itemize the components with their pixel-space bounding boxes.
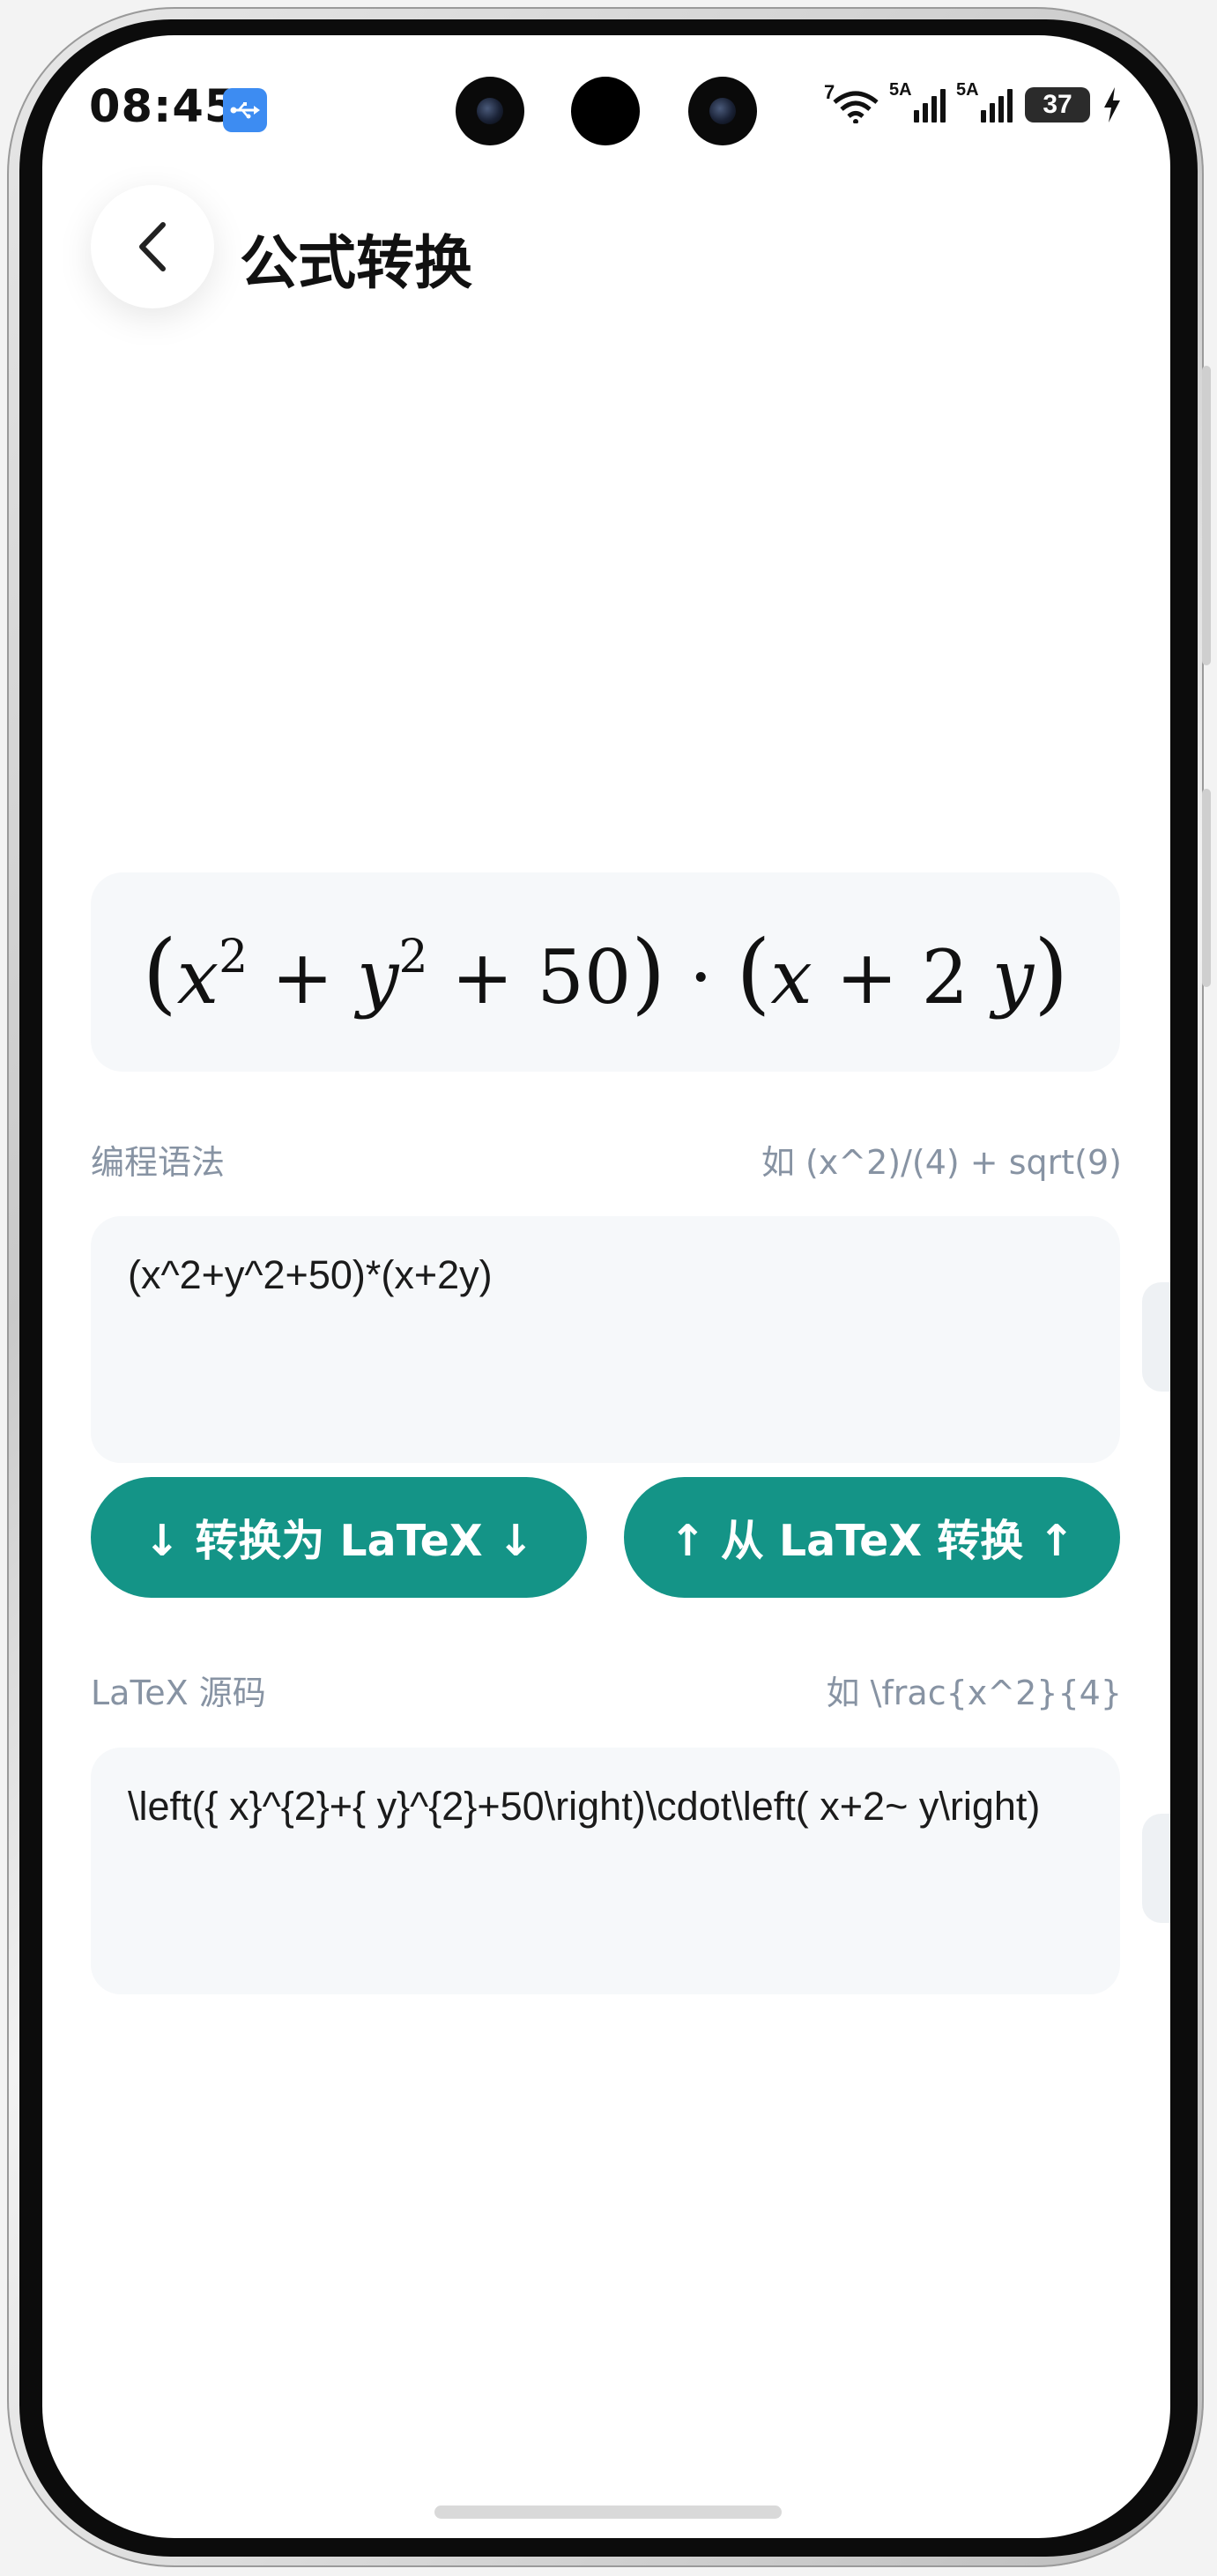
wifi-tag: 7 xyxy=(824,81,835,103)
formula-preview: (x2 + y2 + 50) · (x + 2 y) xyxy=(91,872,1120,1072)
chevron-left-icon xyxy=(139,222,166,271)
front-camera-left xyxy=(456,77,524,145)
programming-label: 编程语法 xyxy=(91,1143,226,1182)
convert-from-latex-button[interactable]: ↑ 从 LaTeX 转换 ↑ xyxy=(624,1477,1120,1598)
latex-label: LaTeX 源码 xyxy=(91,1674,266,1712)
edge-handle-lower[interactable] xyxy=(1142,1814,1170,1923)
side-button-lower xyxy=(1202,789,1211,987)
programming-input[interactable]: (x^2+y^2+50)*(x+2y) xyxy=(91,1216,1120,1463)
bolt-icon xyxy=(1104,87,1120,122)
wifi-icon: 7 xyxy=(824,81,879,124)
latex-hint: 如 \frac{x^2}{4} xyxy=(826,1674,1122,1712)
front-camera-right xyxy=(688,77,757,145)
page-title: 公式转换 xyxy=(240,229,472,297)
edge-handle-upper[interactable] xyxy=(1142,1282,1170,1392)
battery-indicator: 37 xyxy=(1025,87,1090,122)
convert-to-latex-button[interactable]: ↓ 转换为 LaTeX ↓ xyxy=(91,1477,587,1598)
signal-tag-1: 5A xyxy=(889,80,912,100)
programming-hint: 如 (x^2)/(4) + sqrt(9) xyxy=(761,1143,1122,1182)
screen: 08:45 7 5A 5A 37 公式转换 (x2 + y2 + 50) · (… xyxy=(42,35,1170,2538)
side-button-upper xyxy=(1202,366,1211,665)
status-icons: 7 5A 5A 37 xyxy=(824,80,1122,124)
latex-input[interactable]: \left({ x}^{2}+{ y}^{2}+50\right)\cdot\l… xyxy=(91,1748,1120,1994)
home-indicator[interactable] xyxy=(434,2505,782,2519)
status-time: 08:45 xyxy=(89,81,237,133)
front-camera-center xyxy=(571,77,640,145)
formula-render: (x2 + y2 + 50) · (x + 2 y) xyxy=(142,920,1069,1024)
signal-icon-sim2: 5A xyxy=(956,80,1013,122)
back-button[interactable] xyxy=(91,185,214,308)
usb-icon xyxy=(223,88,267,132)
signal-tag-2: 5A xyxy=(956,80,979,100)
signal-icon-sim1: 5A xyxy=(889,80,946,122)
